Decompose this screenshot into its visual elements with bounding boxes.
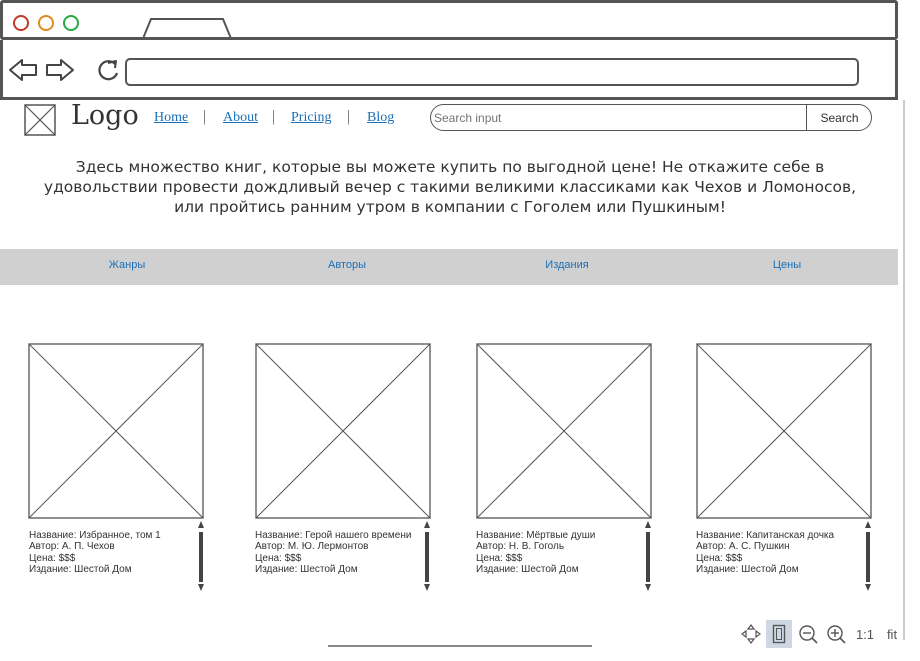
category-prices-link[interactable]: Цены xyxy=(773,259,801,271)
nav-separator: | xyxy=(203,108,207,125)
category-authors-link[interactable]: Авторы xyxy=(328,259,366,271)
book-author: Автор: А. С. Пушкин xyxy=(696,541,790,552)
browser-tab[interactable] xyxy=(141,17,233,41)
category-genres-link[interactable]: Жанры xyxy=(109,259,146,271)
book-publisher: Издание: Шестой Дом xyxy=(29,564,132,575)
book-publisher: Издание: Шестой Дом xyxy=(696,564,799,575)
book-image-placeholder[interactable] xyxy=(28,343,204,519)
book-title: Название: Мёртвые души xyxy=(476,530,596,541)
book-title: Название: Герой нашего времени xyxy=(255,530,412,541)
nav-about-link[interactable]: About xyxy=(223,110,258,126)
horizontal-scrollbar[interactable] xyxy=(328,645,592,647)
zoom-out-icon[interactable] xyxy=(795,620,821,648)
card-scrollbar[interactable] xyxy=(197,520,205,592)
book-publisher: Издание: Шестой Дом xyxy=(476,564,579,575)
card-scrollbar[interactable] xyxy=(644,520,652,592)
category-editions-link[interactable]: Издания xyxy=(545,259,588,271)
forward-arrow-icon[interactable] xyxy=(45,58,75,82)
book-image-placeholder[interactable] xyxy=(255,343,431,519)
book-author: Автор: Н. В. Гоголь xyxy=(476,541,565,552)
close-window-icon[interactable] xyxy=(13,15,29,31)
nav-blog-link[interactable]: Blog xyxy=(367,110,394,126)
page-scrollbar[interactable] xyxy=(903,100,905,640)
search-button[interactable]: Search xyxy=(806,104,872,131)
book-price: Цена: $$$ xyxy=(476,553,523,564)
browser-title-bar xyxy=(0,0,898,41)
nav-home-link[interactable]: Home xyxy=(154,110,188,126)
card-scrollbar[interactable] xyxy=(864,520,872,592)
book-price: Цена: $$$ xyxy=(696,553,743,564)
zoom-1-1-button[interactable]: 1:1 xyxy=(851,620,879,648)
book-price: Цена: $$$ xyxy=(255,553,302,564)
card-scrollbar[interactable] xyxy=(423,520,431,592)
nav-separator: | xyxy=(272,108,276,125)
browser-nav-bar xyxy=(0,40,898,100)
book-image-placeholder[interactable] xyxy=(476,343,652,519)
search-input[interactable] xyxy=(430,104,806,131)
zoom-in-icon[interactable] xyxy=(823,620,849,648)
refresh-icon[interactable] xyxy=(95,58,121,84)
logo-image-placeholder xyxy=(24,104,56,136)
nav-pricing-link[interactable]: Pricing xyxy=(291,110,331,126)
move-icon[interactable] xyxy=(738,620,764,648)
book-author: Автор: А. П. Чехов xyxy=(29,541,115,552)
zoom-fit-button[interactable]: fit xyxy=(880,620,904,648)
book-title: Название: Избранное, том 1 xyxy=(29,530,161,541)
maximize-window-icon[interactable] xyxy=(63,15,79,31)
book-image-placeholder[interactable] xyxy=(696,343,872,519)
url-bar[interactable] xyxy=(125,58,859,86)
book-publisher: Издание: Шестой Дом xyxy=(255,564,358,575)
logo-text[interactable]: Logo xyxy=(71,100,139,131)
book-title: Название: Капитанская дочка xyxy=(696,530,835,541)
book-author: Автор: М. Ю. Лермонтов xyxy=(255,541,369,552)
nav-separator: | xyxy=(347,108,351,125)
back-arrow-icon[interactable] xyxy=(8,58,38,82)
minimize-window-icon[interactable] xyxy=(38,15,54,31)
fit-page-icon[interactable] xyxy=(766,620,792,648)
book-price: Цена: $$$ xyxy=(29,553,76,564)
intro-text: Здесь множество книг, которые вы можете … xyxy=(43,158,857,216)
